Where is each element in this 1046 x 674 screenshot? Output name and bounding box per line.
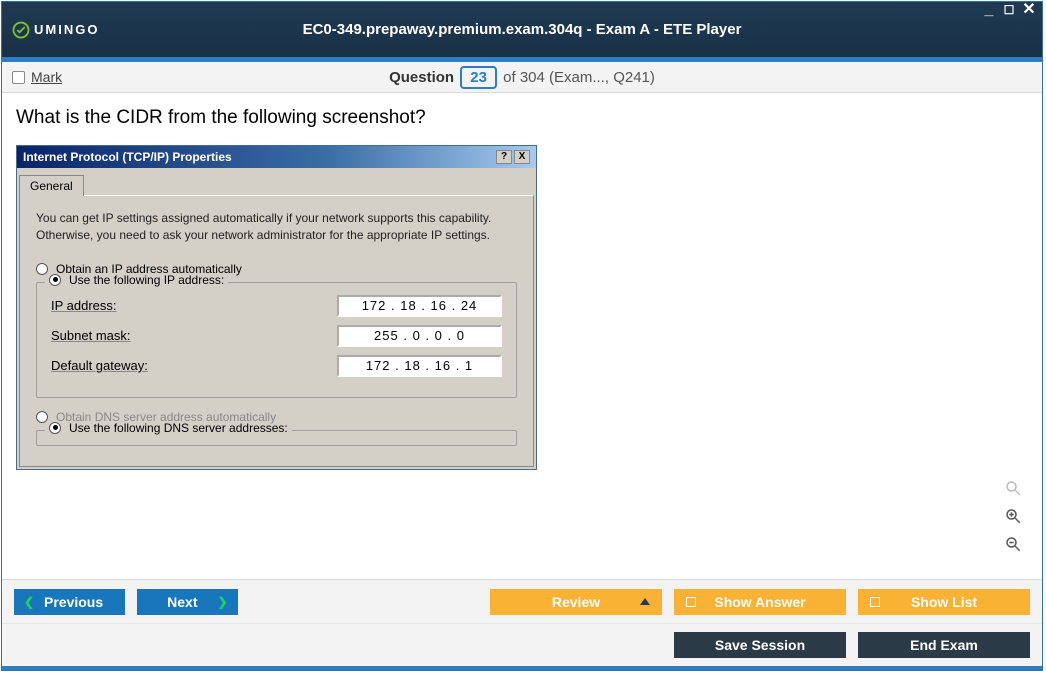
input-mask[interactable]: 255 . 0 . 0 . 0 — [337, 325, 502, 347]
input-ip[interactable]: 172 . 18 . 16 . 24 — [337, 295, 502, 317]
label-gw: Default gateway: — [51, 358, 148, 373]
dns-group: Use the following DNS server addresses: — [36, 430, 517, 446]
next-button[interactable]: Next ❯ — [137, 589, 237, 615]
help-icon[interactable]: ? — [496, 150, 512, 164]
button-label: Review — [552, 594, 600, 610]
minimize-icon[interactable]: _ — [982, 4, 996, 18]
zoom-reset-icon[interactable] — [1002, 477, 1024, 499]
app-logo: UMINGO — [12, 21, 99, 39]
review-button[interactable]: Review — [490, 589, 662, 615]
square-icon — [870, 597, 880, 607]
radio-icon[interactable] — [36, 263, 48, 275]
question-text: What is the CIDR from the following scre… — [16, 107, 1028, 129]
chevron-right-icon: ❯ — [217, 595, 227, 609]
show-answer-button[interactable]: Show Answer — [674, 589, 846, 615]
chevron-left-icon: ❮ — [24, 595, 34, 609]
button-label: Show Answer — [714, 594, 805, 610]
button-label: Previous — [44, 594, 103, 610]
end-bar: Save Session End Exam — [2, 623, 1042, 666]
mark-label: Mark — [31, 69, 62, 85]
label-mask: Subnet mask: — [51, 328, 131, 343]
button-label: Show List — [911, 594, 977, 610]
zoom-out-icon[interactable] — [1002, 533, 1024, 555]
radio-icon[interactable] — [49, 422, 61, 434]
question-infobar: Mark Question 23 of 304 (Exam..., Q241) — [2, 62, 1042, 93]
tcp-titlebar: Internet Protocol (TCP/IP) Properties ? … — [17, 146, 536, 168]
logo-check-icon — [12, 21, 30, 39]
content-area: What is the CIDR from the following scre… — [2, 93, 1042, 566]
question-meta: Question 23 of 304 (Exam..., Q241) — [2, 66, 1042, 89]
button-label: Save Session — [715, 637, 805, 653]
brand-text: UMINGO — [34, 22, 99, 37]
close-icon[interactable]: ✕ — [1022, 4, 1036, 18]
checkbox-icon[interactable] — [12, 71, 25, 84]
question-label: Question — [389, 69, 454, 86]
radio-icon[interactable] — [49, 274, 61, 286]
window-title: EC0-349.prepaway.premium.exam.304q - Exa… — [2, 21, 1042, 38]
tcp-description: You can get IP settings assigned automat… — [36, 210, 517, 244]
square-icon — [686, 597, 696, 607]
tab-general[interactable]: General — [19, 175, 84, 196]
radio-use-ip[interactable]: Use the following IP address: — [45, 273, 228, 287]
triangle-up-icon — [640, 598, 650, 605]
nav-bar: ❮ Previous Next ❯ Review Show Answer Sho… — [2, 579, 1042, 623]
show-list-button[interactable]: Show List — [858, 589, 1030, 615]
radio-label: Use the following IP address: — [69, 273, 224, 287]
maximize-icon[interactable]: ☐ — [1002, 4, 1016, 18]
tab-strip: General — [17, 168, 536, 195]
tab-body: You can get IP settings assigned automat… — [19, 195, 534, 467]
radio-icon — [36, 411, 48, 423]
label-ip: IP address: — [51, 298, 117, 313]
tcp-dialog: Internet Protocol (TCP/IP) Properties ? … — [16, 145, 537, 470]
button-label: Next — [167, 594, 197, 610]
close-icon[interactable]: X — [514, 150, 530, 164]
mark-checkbox[interactable]: Mark — [12, 69, 62, 85]
question-total: of 304 — [503, 69, 545, 86]
tcp-title-text: Internet Protocol (TCP/IP) Properties — [23, 150, 232, 164]
titlebar: UMINGO EC0-349.prepaway.premium.exam.304… — [2, 2, 1042, 57]
ip-group: Use the following IP address: IP address… — [36, 282, 517, 398]
radio-label: Use the following DNS server addresses: — [69, 421, 288, 435]
question-number[interactable]: 23 — [460, 66, 497, 89]
accent-bar-bottom — [2, 666, 1042, 670]
previous-button[interactable]: ❮ Previous — [14, 589, 125, 615]
zoom-in-icon[interactable] — [1002, 505, 1024, 527]
radio-use-dns[interactable]: Use the following DNS server addresses: — [45, 421, 292, 435]
save-session-button[interactable]: Save Session — [674, 632, 846, 658]
input-gw[interactable]: 172 . 18 . 16 . 1 — [337, 355, 502, 377]
question-context: (Exam..., Q241) — [549, 69, 655, 86]
end-exam-button[interactable]: End Exam — [858, 632, 1030, 658]
button-label: End Exam — [910, 637, 978, 653]
zoom-controls — [1002, 477, 1024, 555]
